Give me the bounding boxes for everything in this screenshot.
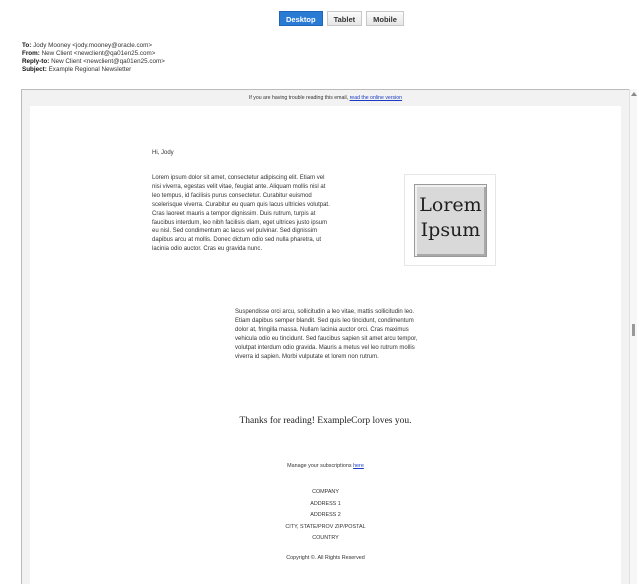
subject-row: Subject: Example Regional Newsletter xyxy=(22,66,132,73)
manage-subscriptions: Manage your subscriptions here xyxy=(30,463,621,469)
tab-desktop[interactable]: Desktop xyxy=(279,11,323,26)
lorem-ipsum-tile: Lorem Ipsum xyxy=(414,184,487,257)
body-paragraph-1: Lorem ipsum dolor sit amet, consectetur … xyxy=(152,175,330,253)
manage-subscriptions-link[interactable]: here xyxy=(353,463,364,469)
country: COUNTRY xyxy=(312,535,339,541)
lorem-ipsum-text: Lorem Ipsum xyxy=(415,193,486,243)
reply-to-label: Reply-to xyxy=(22,58,48,65)
vertical-scrollbar[interactable] xyxy=(629,89,637,584)
email-footer: Manage your subscriptions here COMPANY A… xyxy=(30,463,621,561)
company-address: COMPANY ADDRESS 1 ADDRESS 2 CITY, STATE/… xyxy=(30,487,621,545)
from-value: New Client <newclient@qa01en25.com> xyxy=(41,50,156,57)
from-row: From: New Client <newclient@qa01en25.com… xyxy=(22,50,156,57)
address-line-2: ADDRESS 2 xyxy=(310,512,341,518)
scroll-up-arrow-icon[interactable] xyxy=(631,92,637,96)
copyright: Copyright ©. All Rights Reserved xyxy=(286,554,365,561)
reply-to-value: New Client <newclient@qa01en25.com> xyxy=(51,58,165,65)
scrollbar-thumb[interactable] xyxy=(632,324,635,336)
online-version-link[interactable]: read the online version xyxy=(350,95,403,101)
email-body: Hi, Jody Lorem ipsum dolor sit amet, con… xyxy=(30,106,621,584)
city-line: CITY, STATE/PROV ZIP/POSTAL xyxy=(285,523,366,530)
trouble-text: If you are having trouble reading this e… xyxy=(248,95,349,101)
subject-value: Example Regional Newsletter xyxy=(48,66,132,73)
manage-text: Manage your subscriptions xyxy=(287,463,352,469)
address-line-1: ADDRESS 1 xyxy=(310,500,341,507)
image-line-2: Ipsum xyxy=(420,219,481,241)
lorem-ipsum-image: Lorem Ipsum xyxy=(404,174,496,266)
to-row: To: Jody Mooney <jody.mooney@oracle.com> xyxy=(22,42,153,49)
thanks-message: Thanks for reading! ExampleCorp loves yo… xyxy=(239,416,412,426)
email-preview-pane[interactable]: If you are having trouble reading this e… xyxy=(21,89,629,584)
greeting: Hi, Jody xyxy=(152,150,174,156)
reply-to-row: Reply-to: New Client <newclient@qa01en25… xyxy=(22,58,165,65)
trouble-reading-line: If you are having trouble reading this e… xyxy=(22,95,629,101)
company-name: COMPANY xyxy=(312,489,339,495)
email-headers: To: Jody Mooney <jody.mooney@oracle.com>… xyxy=(22,42,165,74)
image-line-1: Lorem xyxy=(419,194,482,216)
body-paragraph-2: Suspendisse orci arcu, sollicitudin a le… xyxy=(235,309,418,360)
tab-tablet[interactable]: Tablet xyxy=(326,11,363,26)
subject-label: Subject xyxy=(22,66,45,73)
to-value: Jody Mooney <jody.mooney@oracle.com> xyxy=(33,42,153,49)
from-label: From xyxy=(22,50,38,57)
tab-mobile[interactable]: Mobile xyxy=(366,11,404,26)
preview-mode-tabs: Desktop Tablet Mobile xyxy=(279,11,404,26)
